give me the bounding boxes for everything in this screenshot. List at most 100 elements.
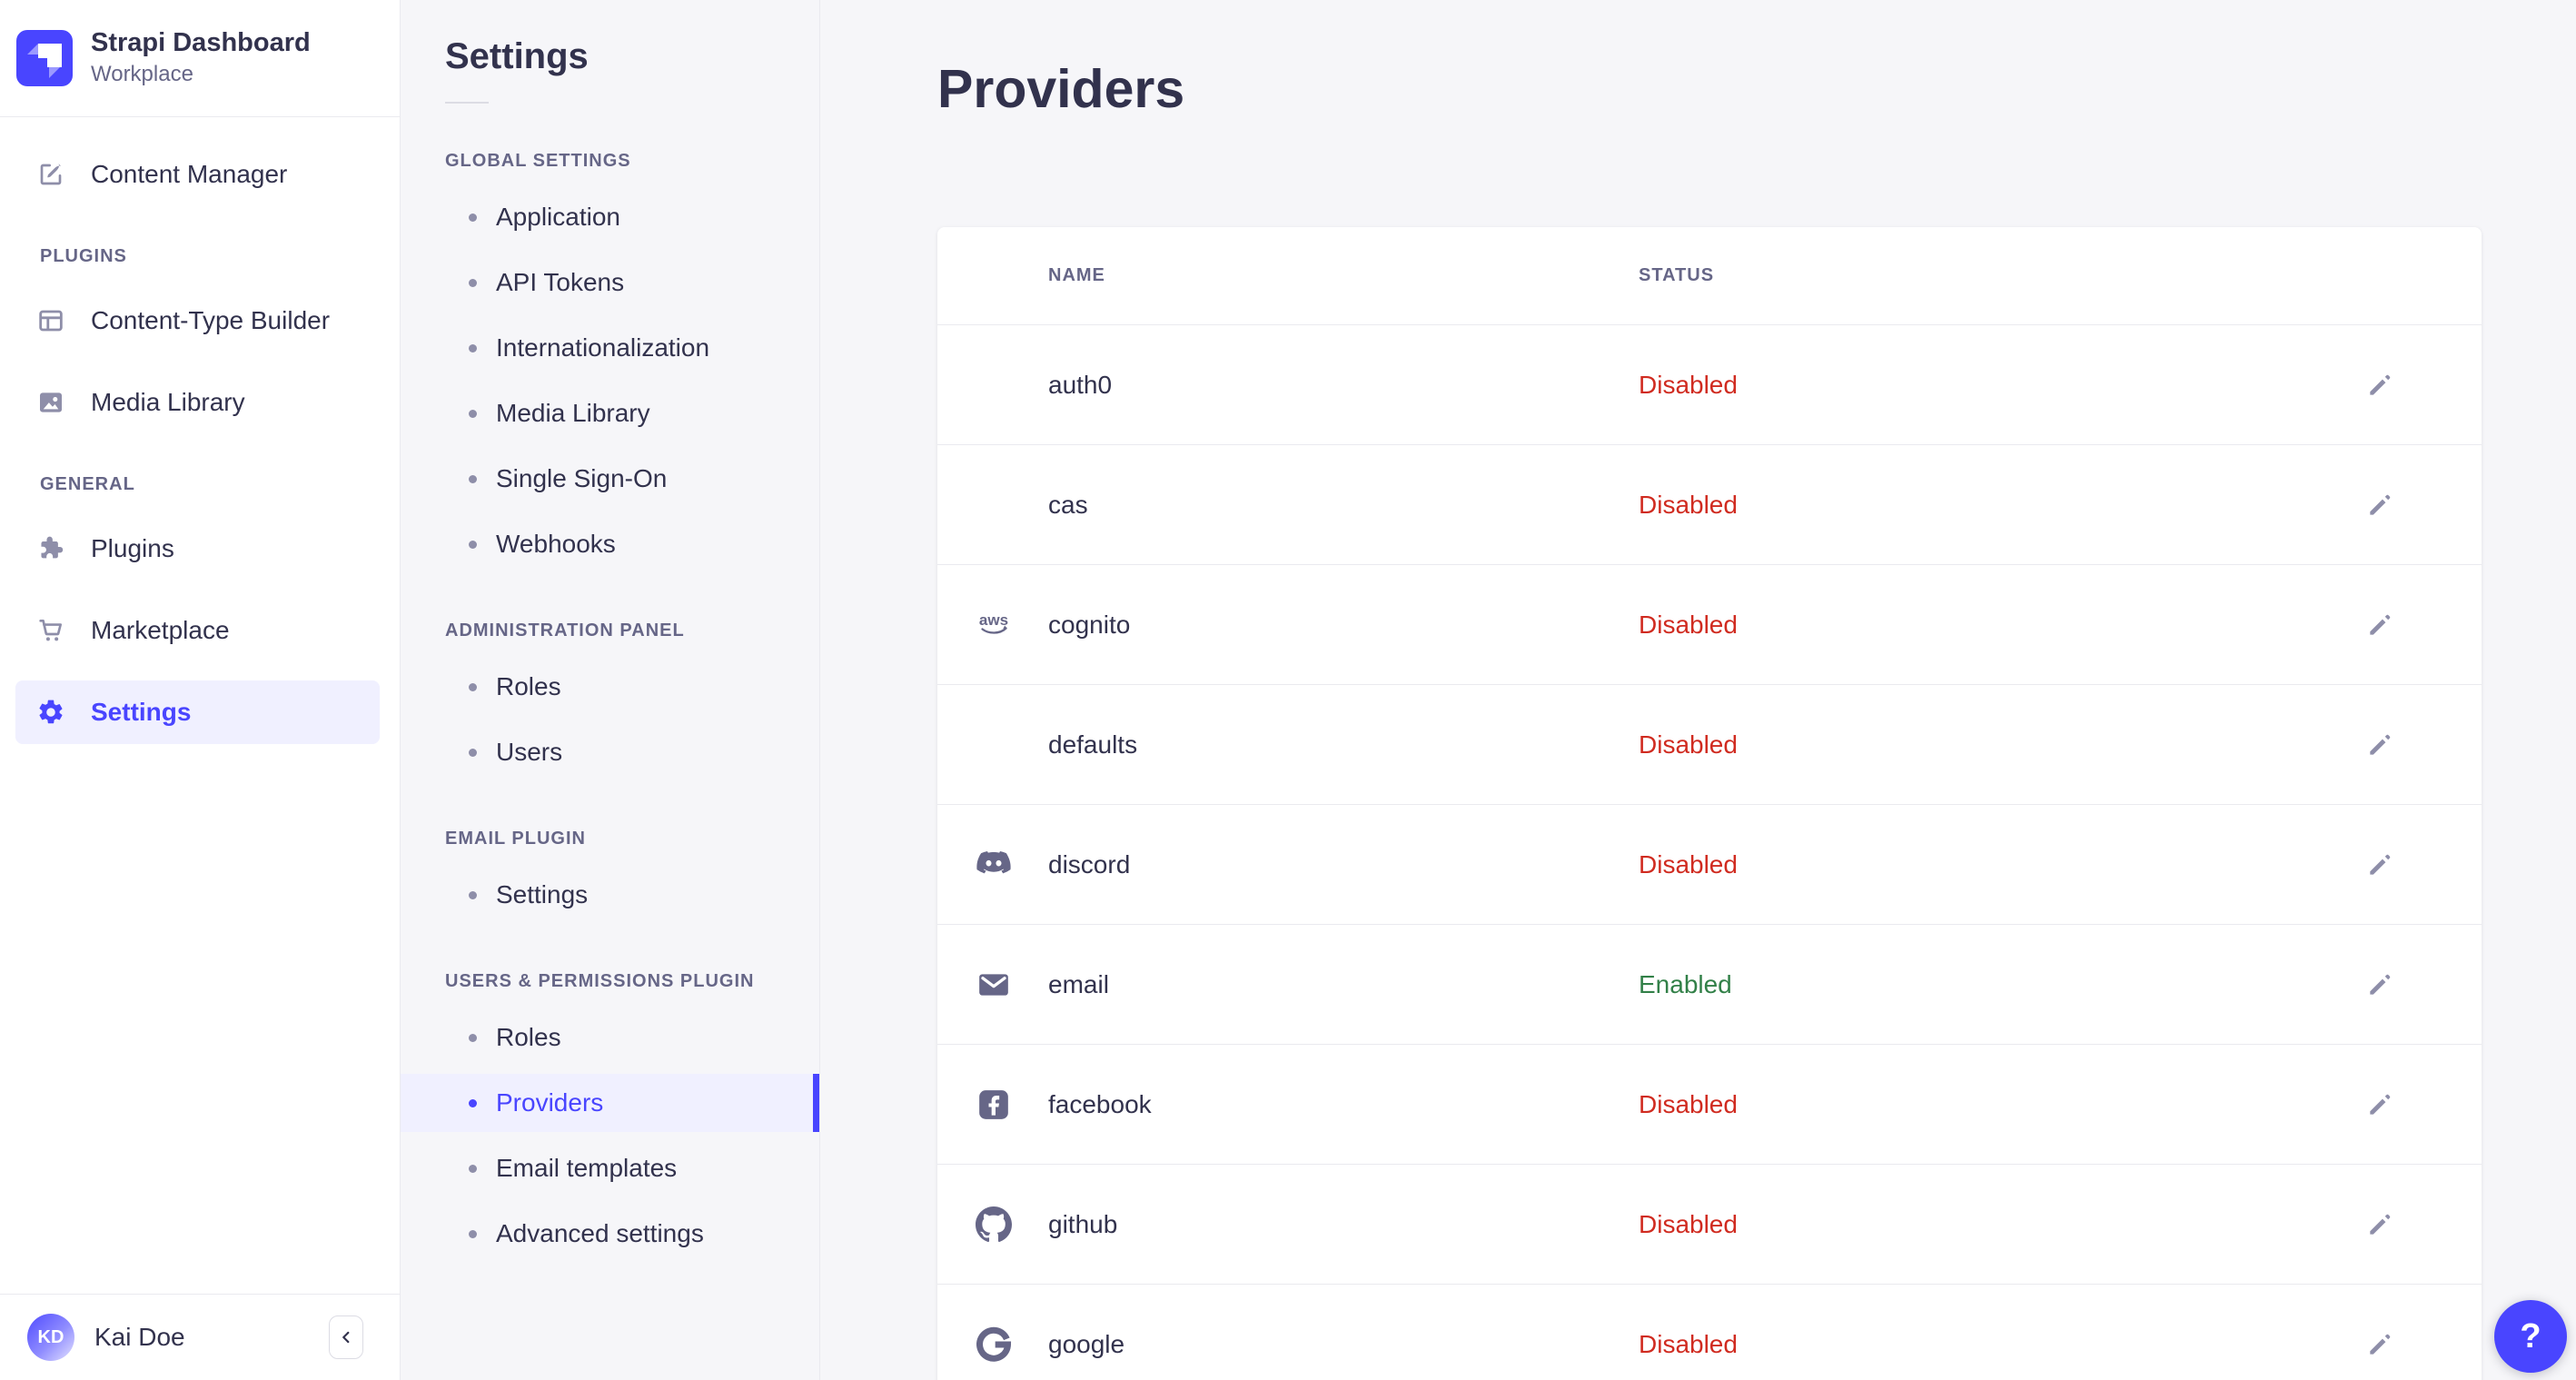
- subnav-item-roles[interactable]: Roles: [401, 1008, 819, 1067]
- subnav-item-api-tokens[interactable]: API Tokens: [401, 253, 819, 312]
- image-icon: [36, 388, 65, 417]
- github-icon: [976, 1206, 1012, 1243]
- table-row-cognito[interactable]: aws cognito Disabled: [937, 565, 2482, 685]
- subnav-item-users[interactable]: Users: [401, 723, 819, 781]
- layout-icon: [36, 306, 65, 335]
- no-icon: [976, 487, 1012, 523]
- pencil-icon: [2365, 371, 2394, 400]
- subnav-item-single-sign-on[interactable]: Single Sign-On: [401, 450, 819, 508]
- table-row-cas[interactable]: cas Disabled: [937, 445, 2482, 565]
- pencil-icon: [2365, 491, 2394, 520]
- edit-provider-button[interactable]: [2351, 1315, 2409, 1374]
- chevron-left-icon: [336, 1327, 356, 1347]
- edit-provider-button[interactable]: [2351, 596, 2409, 654]
- subnav-item-webhooks[interactable]: Webhooks: [401, 515, 819, 573]
- no-icon: [976, 367, 1012, 403]
- pencil-icon: [2365, 970, 2394, 999]
- provider-status: Disabled: [1639, 1209, 1738, 1238]
- brand-header[interactable]: Strapi Dashboard Workplace: [0, 0, 400, 117]
- subnav-item-settings[interactable]: Settings: [401, 866, 819, 924]
- subnav-item-internationalization[interactable]: Internationalization: [401, 319, 819, 377]
- subnav-item-roles[interactable]: Roles: [401, 658, 819, 716]
- subnav-item-providers[interactable]: Providers: [401, 1074, 819, 1132]
- provider-status: Disabled: [1639, 730, 1738, 759]
- edit-provider-button[interactable]: [2351, 716, 2409, 774]
- table-row-auth0[interactable]: auth0 Disabled: [937, 325, 2482, 445]
- bullet-icon: [469, 278, 477, 287]
- bullet-icon: [469, 748, 477, 757]
- edit-provider-button[interactable]: [2351, 356, 2409, 414]
- table-row-google[interactable]: google Disabled: [937, 1285, 2482, 1380]
- edit-provider-button[interactable]: [2351, 956, 2409, 1014]
- collapse-sidebar-button[interactable]: [329, 1315, 363, 1359]
- bullet-icon: [469, 890, 477, 899]
- settings-subnav: Settings GLOBAL SETTINGS Application API…: [401, 0, 820, 1380]
- app-title: Strapi Dashboard: [91, 28, 311, 58]
- page-title: Providers: [937, 59, 1185, 119]
- bullet-icon: [469, 409, 477, 418]
- pen-icon: [36, 160, 65, 189]
- subnav-item-application[interactable]: Application: [401, 188, 819, 246]
- sidebar-section: GENERAL Plugins Marketplace Settings: [0, 474, 400, 744]
- sidebar-item-settings[interactable]: Settings: [15, 680, 380, 744]
- sidebar-item-plugins[interactable]: Plugins: [15, 517, 380, 581]
- provider-status: Enabled: [1639, 969, 1732, 998]
- no-icon: [976, 727, 1012, 763]
- puzzle-icon: [36, 534, 65, 563]
- table-row-github[interactable]: github Disabled: [937, 1165, 2482, 1285]
- pencil-icon: [2365, 1090, 2394, 1119]
- subnav-title: Settings: [445, 36, 589, 76]
- subnav-section: GLOBAL SETTINGS Application API Tokens I…: [401, 151, 819, 573]
- bullet-icon: [469, 343, 477, 352]
- email-icon: [976, 967, 1012, 1003]
- providers-table-card: NAME STATUS auth0 Disabled cas Disabled …: [937, 227, 2482, 1380]
- provider-name: email: [1048, 969, 1109, 998]
- bullet-icon: [469, 682, 477, 691]
- column-header-name: NAME: [1048, 265, 1105, 285]
- sidebar-section-label: GENERAL: [40, 474, 135, 494]
- pencil-icon: [2365, 850, 2394, 879]
- column-header-status: STATUS: [1639, 265, 1715, 285]
- provider-status: Disabled: [1639, 1089, 1738, 1118]
- provider-status: Disabled: [1639, 370, 1738, 399]
- table-row-defaults[interactable]: defaults Disabled: [937, 685, 2482, 805]
- edit-provider-button[interactable]: [2351, 1076, 2409, 1134]
- sidebar-section: PLUGINS Content-Type Builder Media Libra…: [0, 246, 400, 434]
- edit-provider-button[interactable]: [2351, 476, 2409, 534]
- provider-status: Disabled: [1639, 1330, 1738, 1358]
- help-button[interactable]: ?: [2494, 1300, 2567, 1373]
- table-row-facebook[interactable]: facebook Disabled: [937, 1045, 2482, 1165]
- provider-name: facebook: [1048, 1089, 1152, 1118]
- subnav-section-label: GLOBAL SETTINGS: [445, 151, 631, 171]
- provider-name: github: [1048, 1209, 1118, 1238]
- sidebar-section-label: PLUGINS: [40, 246, 127, 266]
- provider-name: defaults: [1048, 730, 1138, 759]
- bullet-icon: [469, 1098, 477, 1107]
- bullet-icon: [469, 540, 477, 549]
- subnav-item-media-library[interactable]: Media Library: [401, 384, 819, 442]
- subnav-section: EMAIL PLUGIN Settings: [401, 829, 819, 924]
- gear-icon: [36, 698, 65, 727]
- subnav-section-label: ADMINISTRATION PANEL: [445, 621, 685, 640]
- bullet-icon: [469, 1229, 477, 1238]
- sidebar-item-content-manager[interactable]: Content Manager: [15, 143, 380, 206]
- sidebar-item-media-library[interactable]: Media Library: [15, 371, 380, 434]
- main-content: Providers NAME STATUS auth0 Disabled cas…: [820, 0, 2576, 1380]
- edit-provider-button[interactable]: [2351, 836, 2409, 894]
- svg-text:aws: aws: [979, 611, 1008, 629]
- table-row-discord[interactable]: discord Disabled: [937, 805, 2482, 925]
- bullet-icon: [469, 213, 477, 222]
- edit-provider-button[interactable]: [2351, 1196, 2409, 1254]
- pencil-icon: [2365, 1210, 2394, 1239]
- avatar[interactable]: KD: [27, 1314, 74, 1361]
- subnav-section-label: USERS & PERMISSIONS PLUGIN: [445, 971, 755, 991]
- sidebar-item-content-type-builder[interactable]: Content-Type Builder: [15, 289, 380, 352]
- sidebar-item-marketplace[interactable]: Marketplace: [15, 599, 380, 662]
- subnav-item-advanced-settings[interactable]: Advanced settings: [401, 1205, 819, 1263]
- user-row: KD Kai Doe: [0, 1294, 400, 1380]
- discord-icon: [976, 847, 1012, 883]
- sidebar-menu: Content Manager PLUGINS Content-Type Bui…: [0, 117, 400, 1294]
- subnav-item-email-templates[interactable]: Email templates: [401, 1139, 819, 1197]
- table-row-email[interactable]: email Enabled: [937, 925, 2482, 1045]
- aws-icon: aws: [976, 607, 1012, 643]
